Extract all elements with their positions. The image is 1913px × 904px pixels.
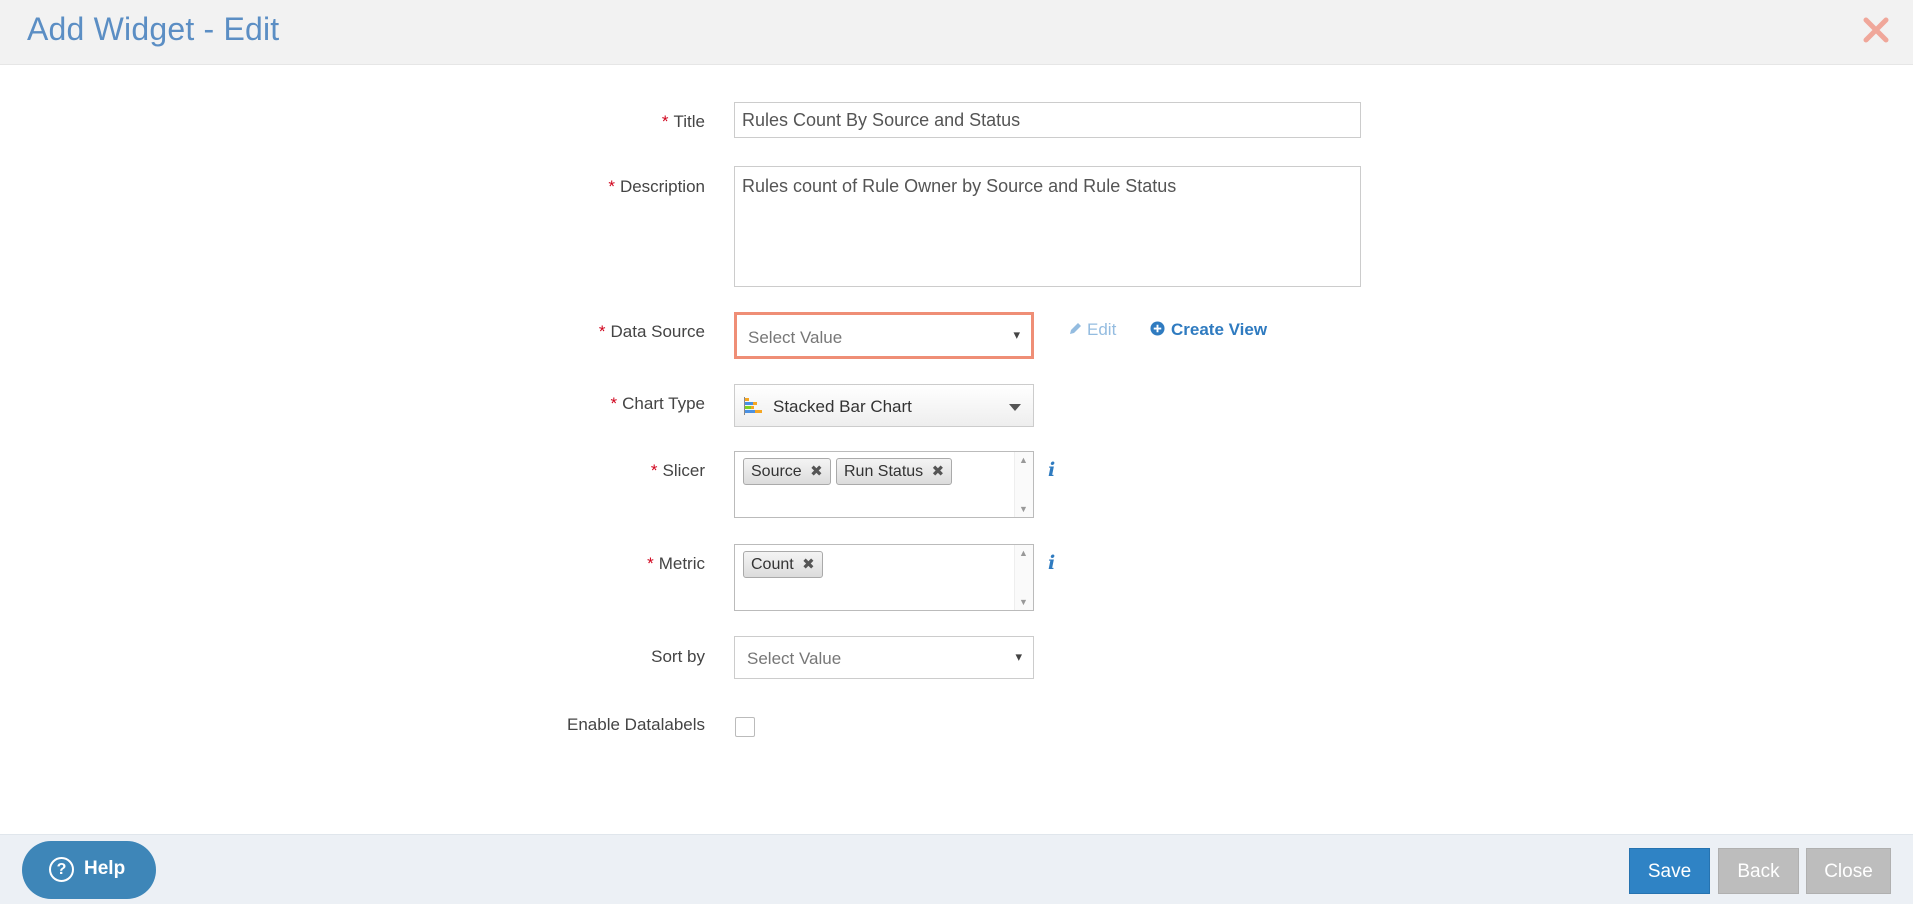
help-button[interactable]: ? Help <box>22 841 156 899</box>
data-source-select[interactable]: Select Value ▾ <box>734 312 1034 359</box>
remove-tag-icon[interactable]: ✖ <box>932 459 945 484</box>
metric-tag[interactable]: Count ✖ <box>743 551 823 578</box>
pencil-icon <box>1070 323 1081 334</box>
sort-by-label: Sort by <box>651 647 705 666</box>
dropdown-arrow-icon: ▾ <box>1013 327 1020 342</box>
title-label: * Title <box>661 112 705 131</box>
chart-type-select[interactable]: Stacked Bar Chart <box>734 384 1034 427</box>
sort-by-value: Select Value <box>747 649 842 668</box>
title-input[interactable]: Rules Count By Source and Status <box>734 102 1361 138</box>
chart-type-label: * Chart Type <box>610 394 705 413</box>
scroll-up-icon[interactable]: ▲ <box>1019 548 1028 558</box>
scrollbar[interactable]: ▲ ▼ <box>1014 545 1033 610</box>
scroll-up-icon[interactable]: ▲ <box>1019 455 1028 465</box>
datalabels-checkbox[interactable] <box>735 717 755 737</box>
slicer-multiselect[interactable]: Source ✖ Run Status ✖ ▲ ▼ <box>734 451 1034 518</box>
caret-down-icon <box>1009 404 1021 411</box>
scroll-down-icon[interactable]: ▼ <box>1019 504 1028 514</box>
sort-by-select[interactable]: Select Value ▾ <box>734 636 1034 679</box>
back-button[interactable]: Back <box>1718 848 1799 894</box>
datalabels-label: Enable Datalabels <box>567 715 705 734</box>
close-button[interactable]: Close <box>1806 848 1891 894</box>
modal-footer <box>0 834 1913 904</box>
edit-link[interactable]: Edit <box>1068 320 1116 340</box>
stacked-bar-chart-icon <box>744 397 762 415</box>
data-source-value: Select Value <box>748 328 843 347</box>
modal-title: Add Widget - Edit <box>27 11 280 47</box>
close-icon[interactable] <box>1859 13 1893 47</box>
question-circle-icon: ? <box>49 857 74 882</box>
slicer-tag[interactable]: Run Status ✖ <box>836 458 953 485</box>
data-source-label: * Data Source <box>598 322 705 341</box>
chart-type-value: Stacked Bar Chart <box>773 397 912 416</box>
remove-tag-icon[interactable]: ✖ <box>802 552 815 577</box>
save-button[interactable]: Save <box>1629 848 1710 894</box>
info-icon[interactable]: i <box>1048 459 1060 481</box>
description-label: * Description <box>608 177 705 196</box>
slicer-label: * Slicer <box>650 461 705 480</box>
description-input[interactable]: Rules count of Rule Owner by Source and … <box>734 166 1361 287</box>
plus-circle-icon <box>1150 321 1165 336</box>
create-view-link[interactable]: Create View <box>1150 320 1267 340</box>
remove-tag-icon[interactable]: ✖ <box>810 459 823 484</box>
slicer-tag[interactable]: Source ✖ <box>743 458 831 485</box>
metric-multiselect[interactable]: Count ✖ ▲ ▼ <box>734 544 1034 611</box>
info-icon[interactable]: i <box>1048 552 1060 574</box>
modal-header: Add Widget - Edit <box>0 0 1913 65</box>
scroll-down-icon[interactable]: ▼ <box>1019 597 1028 607</box>
dropdown-arrow-icon: ▾ <box>1015 649 1022 664</box>
scrollbar[interactable]: ▲ ▼ <box>1014 452 1033 517</box>
metric-label: * Metric <box>647 554 705 573</box>
